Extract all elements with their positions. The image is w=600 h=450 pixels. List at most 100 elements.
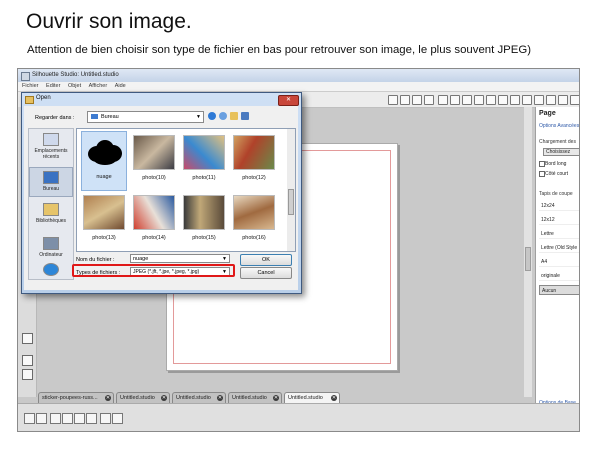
close-icon[interactable]: ✕ <box>105 395 111 401</box>
mat-option-selected[interactable]: Aucun <box>539 285 579 295</box>
document-tab[interactable]: Untitled.studio ✕ <box>228 392 282 403</box>
app-screenshot: Silhouette Studio: Untitled.studio Fichi… <box>17 68 580 432</box>
file-item[interactable]: photo(11) <box>181 131 227 191</box>
new-folder-icon[interactable] <box>230 112 238 120</box>
grid-icon[interactable] <box>412 95 422 105</box>
send-icon[interactable] <box>510 95 520 105</box>
place-libraries[interactable]: Bibliothèques <box>29 203 73 224</box>
view-menu-icon[interactable] <box>241 112 249 120</box>
ungroup-icon[interactable] <box>50 413 61 424</box>
dialog-body: Regarder dans : Bureau ▼ Emplacements ré… <box>24 106 298 290</box>
file-item[interactable]: photo(12) <box>231 131 277 191</box>
align-icon[interactable] <box>424 95 434 105</box>
mat-option[interactable]: originale <box>539 271 579 281</box>
cloud-thumbnail <box>84 136 124 169</box>
delete-icon[interactable] <box>112 413 123 424</box>
filename-label: Nom du fichier : <box>76 257 115 263</box>
desktop-icon <box>91 114 98 119</box>
place-network[interactable] <box>29 263 73 278</box>
menu-edit[interactable]: Editer <box>46 83 60 89</box>
chevron-down-icon: ▼ <box>196 114 201 120</box>
file-item[interactable]: photo(13) <box>81 191 127 251</box>
close-icon[interactable]: ✕ <box>217 395 223 401</box>
line-icon[interactable] <box>438 95 448 105</box>
dialog-title: Open <box>36 95 51 101</box>
cancel-button[interactable]: Cancel <box>240 267 292 279</box>
offset-icon[interactable] <box>462 95 472 105</box>
design-icon[interactable] <box>546 95 556 105</box>
open-dialog: Open ✕ Regarder dans : Bureau ▼ Emplacem… <box>21 92 302 294</box>
mat-option[interactable]: 12x24 <box>539 201 579 211</box>
close-icon[interactable]: ✕ <box>161 395 167 401</box>
file-item[interactable]: photo(10) <box>131 131 177 191</box>
mat-option[interactable]: Lettre (Old Style <box>539 243 579 253</box>
cut-icon[interactable] <box>62 413 73 424</box>
menu-object[interactable]: Objet <box>68 83 81 89</box>
file-item[interactable]: photo(16) <box>231 191 277 251</box>
menu-view[interactable]: Afficher <box>89 83 108 89</box>
document-tab[interactable]: sticker-poupees-russ... ✕ <box>38 392 114 403</box>
app-icon <box>21 72 30 81</box>
document-tab-active[interactable]: Untitled.studio ✕ <box>284 392 340 403</box>
scroll-thumb[interactable] <box>525 247 531 271</box>
ok-button[interactable]: OK <box>240 254 292 266</box>
cut-settings-icon[interactable] <box>498 95 508 105</box>
up-folder-icon[interactable] <box>219 112 227 120</box>
file-item[interactable]: nuage <box>81 131 127 191</box>
store-icon[interactable] <box>522 95 532 105</box>
advanced-options-link[interactable]: Options Avancées <box>539 123 579 129</box>
menu-file[interactable]: Fichier <box>22 83 39 89</box>
short-edge-label: Côté court <box>545 171 569 177</box>
slide-title: Ouvrir son image. <box>26 10 192 33</box>
file-name: photo(14) <box>142 235 166 241</box>
close-icon[interactable]: ✕ <box>273 395 279 401</box>
highlight-box <box>72 264 235 277</box>
document-tab[interactable]: Untitled.studio ✕ <box>116 392 170 403</box>
look-in-select[interactable]: Bureau ▼ <box>87 111 204 123</box>
group-icon[interactable] <box>36 413 47 424</box>
place-recent[interactable]: Emplacements récents <box>29 133 73 160</box>
tab-label: Untitled.studio <box>232 395 267 401</box>
close-icon[interactable]: ✕ <box>331 395 337 401</box>
filename-input[interactable]: nuage ▼ <box>130 254 230 263</box>
panel-toggle-icon[interactable] <box>570 95 579 105</box>
mat-option[interactable]: Lettre <box>539 229 579 239</box>
file-list-scrollbar[interactable] <box>287 129 295 251</box>
place-desktop[interactable]: Bureau <box>29 167 73 197</box>
eraser-icon[interactable] <box>22 369 33 380</box>
place-computer[interactable]: Ordinateur <box>29 237 73 258</box>
document-tabs: sticker-poupees-russ... ✕ Untitled.studio… <box>38 392 528 403</box>
file-item[interactable]: photo(15) <box>181 191 227 251</box>
loading-select[interactable]: Choisissez <box>543 148 579 156</box>
place-label: Emplacements récents <box>34 148 68 160</box>
mat-option[interactable]: A4 <box>539 257 579 267</box>
scroll-thumb[interactable] <box>288 189 294 215</box>
layers-icon[interactable] <box>558 95 568 105</box>
duplicate-icon[interactable] <box>100 413 111 424</box>
photo-thumbnail <box>183 135 225 170</box>
menu-help[interactable]: Aide <box>115 83 126 89</box>
back-icon[interactable] <box>208 112 216 120</box>
page-settings-panel: Page Options Avancées Chargement des Cho… <box>535 107 579 411</box>
tab-label: Untitled.studio <box>288 395 323 401</box>
file-list: nuage photo(10) photo(11) photo(12) phot… <box>76 128 296 252</box>
pan-icon[interactable] <box>22 355 33 366</box>
fill-icon[interactable] <box>400 95 410 105</box>
paste-icon[interactable] <box>86 413 97 424</box>
library-icon[interactable] <box>534 95 544 105</box>
zoom-icon[interactable] <box>22 333 33 344</box>
close-icon[interactable]: ✕ <box>278 95 299 106</box>
select-icon[interactable] <box>24 413 35 424</box>
place-label: Bibliothèques <box>35 218 67 224</box>
long-edge-label: Bord long <box>545 161 567 167</box>
text-icon[interactable] <box>474 95 484 105</box>
file-item[interactable]: photo(14) <box>131 191 177 251</box>
replicate-icon[interactable] <box>450 95 460 105</box>
trace-icon[interactable] <box>486 95 496 105</box>
mat-option[interactable]: 12x12 <box>539 215 579 225</box>
recent-icon <box>43 133 59 146</box>
document-tab[interactable]: Untitled.studio ✕ <box>172 392 226 403</box>
canvas-scrollbar[interactable] <box>524 107 532 397</box>
page-icon[interactable] <box>388 95 398 105</box>
copy-icon[interactable] <box>74 413 85 424</box>
